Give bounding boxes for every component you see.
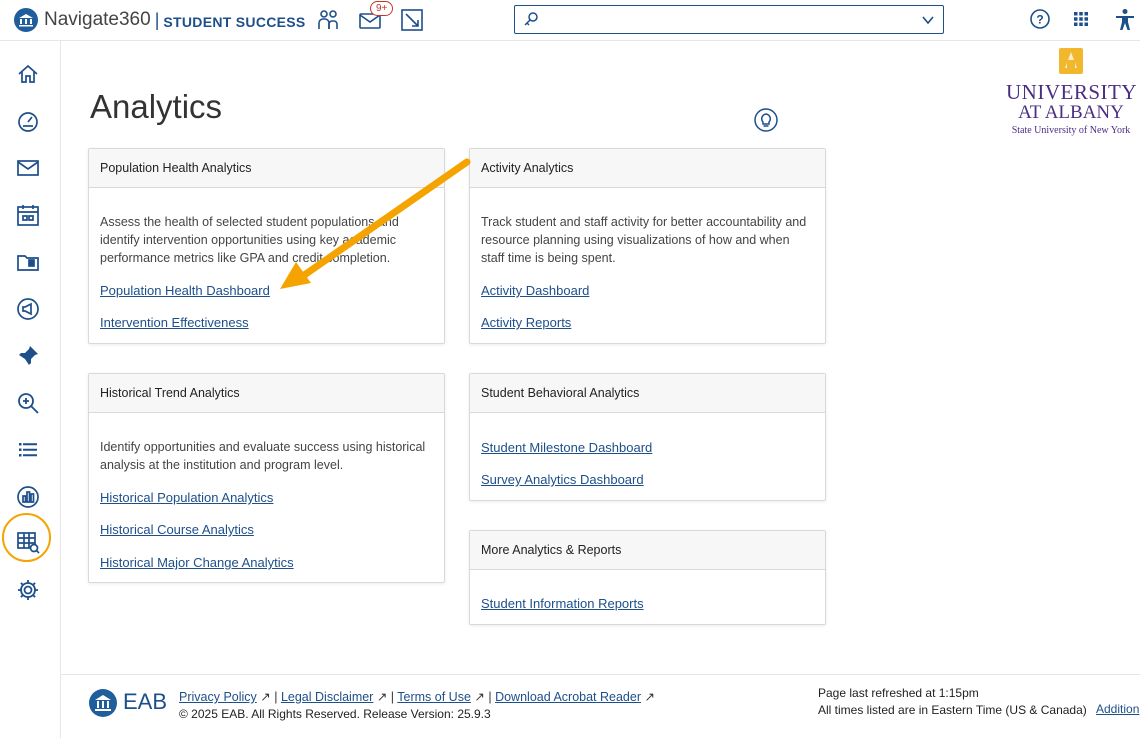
historical-trend-card: Historical Trend Analytics Identify oppo… <box>88 373 445 583</box>
ualbany-shield-icon <box>1059 48 1083 74</box>
activity-reports-link[interactable]: Activity Reports <box>481 315 571 330</box>
survey-analytics-dashboard-link[interactable]: Survey Analytics Dashboard <box>481 472 644 487</box>
more-analytics-card: More Analytics & Reports Student Informa… <box>469 530 826 625</box>
help-icon[interactable]: ? <box>1029 8 1053 32</box>
student-milestone-dashboard-link[interactable]: Student Milestone Dashboard <box>481 440 652 455</box>
page-footer: EAB Privacy Policy ↗ | Legal Disclaimer … <box>61 674 1140 738</box>
global-search-input[interactable] <box>514 5 944 34</box>
card-description: Track student and staff activity for bet… <box>481 215 807 265</box>
eab-building-icon <box>14 8 38 32</box>
card-description: Assess the health of selected student po… <box>100 215 399 265</box>
activity-analytics-card: Activity Analytics Track student and sta… <box>469 148 826 344</box>
ualbany-line1: UNIVERSITY <box>1006 80 1137 104</box>
quick-link-icon[interactable] <box>400 8 424 32</box>
lightbulb-tip-icon[interactable] <box>754 108 778 137</box>
search-key-icon <box>524 12 538 26</box>
intervention-effectiveness-link[interactable]: Intervention Effectiveness <box>100 315 249 330</box>
refresh-info: Page last refreshed at 1:15pm All times … <box>818 685 1087 719</box>
search-zoom-icon[interactable] <box>16 391 40 415</box>
svg-text:?: ? <box>1036 13 1043 27</box>
download-acrobat-link[interactable]: Download Acrobat Reader <box>495 690 641 704</box>
population-health-dashboard-link[interactable]: Population Health Dashboard <box>100 283 270 298</box>
card-title: Historical Trend Analytics <box>89 374 444 413</box>
historical-population-analytics-link[interactable]: Historical Population Analytics <box>100 490 273 505</box>
dashboard-gauge-icon[interactable] <box>16 109 40 133</box>
card-title: Student Behavioral Analytics <box>470 374 825 413</box>
eab-logo-icon <box>89 689 117 717</box>
student-behavioral-card: Student Behavioral Analytics Student Mil… <box>469 373 826 501</box>
student-information-reports-link[interactable]: Student Information Reports <box>481 596 644 611</box>
top-navigation-bar: Navigate360 | STUDENT SUCCESS 9+ ? <box>0 0 1140 41</box>
legal-disclaimer-link[interactable]: Legal Disclaimer <box>281 690 373 704</box>
ualbany-line2: AT ALBANY <box>1018 102 1124 123</box>
brand-name: Navigate360 <box>44 9 151 30</box>
eab-logo-text: EAB <box>123 689 168 714</box>
page-title: Analytics <box>90 88 223 125</box>
list-icon[interactable] <box>16 438 40 462</box>
external-link-icon: ↗ <box>256 690 275 704</box>
link-separator: | <box>488 690 492 704</box>
external-link-icon: ↗ <box>641 690 655 704</box>
link-separator: | <box>390 690 395 704</box>
card-title: Population Health Analytics <box>89 149 444 188</box>
accessibility-icon[interactable] <box>1114 8 1138 32</box>
population-health-card: Population Health Analytics Assess the h… <box>88 148 445 344</box>
link-separator: | <box>274 690 278 704</box>
university-at-albany-logo: UNIVERSITY AT ALBANY State University of… <box>1006 46 1137 136</box>
historical-course-analytics-link[interactable]: Historical Course Analytics <box>100 522 254 537</box>
calendar-icon[interactable] <box>16 203 40 227</box>
messages-badge: 9+ <box>370 1 394 16</box>
chevron-down-icon[interactable] <box>921 13 935 27</box>
product-name: STUDENT SUCCESS <box>163 13 306 30</box>
external-link-icon: ↗ <box>470 690 489 704</box>
settings-icon[interactable] <box>16 578 40 602</box>
brand-separator: | <box>154 9 160 30</box>
external-link-icon: ↗ <box>373 690 391 704</box>
left-sidebar <box>0 41 61 738</box>
activity-dashboard-link[interactable]: Activity Dashboard <box>481 283 589 298</box>
report-search-icon[interactable] <box>16 531 40 555</box>
historical-major-change-analytics-link[interactable]: Historical Major Change Analytics <box>100 555 294 570</box>
terms-of-use-link[interactable]: Terms of Use <box>397 690 471 704</box>
card-description: Identify opportunities and evaluate succ… <box>100 440 426 472</box>
footer-links: Privacy Policy ↗ | Legal Disclaimer ↗ | … <box>179 689 655 704</box>
analytics-icon[interactable] <box>16 485 40 509</box>
card-title: Activity Analytics <box>470 149 825 188</box>
home-icon[interactable] <box>16 62 40 86</box>
student-staff-icon[interactable] <box>316 8 340 32</box>
copyright-text: © 2025 EAB. All Rights Reserved. Release… <box>179 707 491 721</box>
mail-icon[interactable] <box>16 156 40 180</box>
pin-icon[interactable] <box>16 344 40 368</box>
apps-grid-icon[interactable] <box>1072 10 1096 34</box>
card-title: More Analytics & Reports <box>470 531 825 570</box>
timezone-text: All times listed are in Eastern Time (US… <box>818 703 1087 717</box>
folder-icon[interactable] <box>16 250 40 274</box>
page-refresh-text: Page last refreshed at 1:15pm <box>818 686 979 700</box>
navigate360-logo[interactable]: Navigate360 | STUDENT SUCCESS <box>14 8 306 32</box>
ualbany-line3: State University of New York <box>1011 125 1131 136</box>
additional-link[interactable]: Addition <box>1096 702 1139 716</box>
privacy-policy-link[interactable]: Privacy Policy <box>179 690 257 704</box>
campaign-icon[interactable] <box>16 297 40 321</box>
